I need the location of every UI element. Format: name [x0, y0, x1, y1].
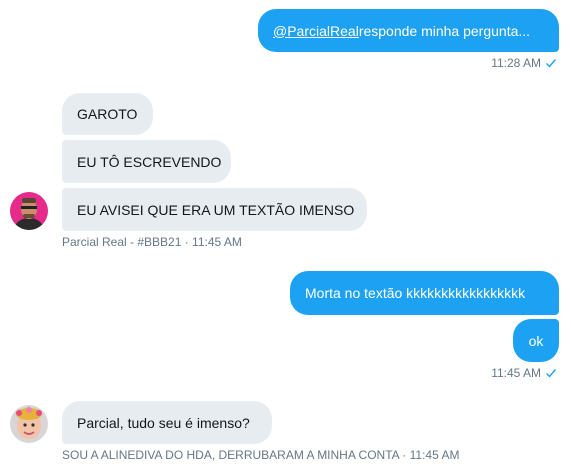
user-avatar[interactable]	[10, 192, 48, 230]
avatar-image	[10, 192, 48, 230]
sender-info: SOU A ALINEDIVA DO HDA, DERRUBARAM A MIN…	[62, 448, 459, 462]
sender-info: Parcial Real - #BBB21 · 11:45 AM	[62, 235, 242, 249]
check-icon	[546, 369, 557, 378]
sender-name-time: Parcial Real - #BBB21 · 11:45 AM	[62, 235, 242, 249]
message-text: GAROTO	[77, 106, 138, 122]
outgoing-message-bubble[interactable]: ok	[513, 319, 559, 362]
message-text: EU AVISEI QUE ERA UM TEXTÃO IMENSO	[77, 201, 355, 218]
timestamp-text: 11:45 AM	[491, 366, 541, 380]
message-text: responde minha pergunta...	[358, 22, 531, 39]
outgoing-message-bubble[interactable]: @ParcialReal responde minha pergunta...	[258, 9, 559, 52]
avatar-image	[10, 405, 48, 443]
message-timestamp: 11:45 AM	[491, 366, 557, 380]
message-timestamp: 11:28 AM	[491, 56, 557, 70]
timestamp-text: 11:28 AM	[491, 56, 541, 70]
check-icon	[546, 59, 557, 68]
message-text: Parcial, tudo seu é imenso?	[77, 414, 250, 431]
mention-link[interactable]: @ParcialReal	[273, 22, 359, 40]
incoming-message-bubble[interactable]: Parcial, tudo seu é imenso?	[62, 401, 272, 444]
user-avatar[interactable]	[10, 405, 48, 443]
message-text: EU TÔ ESCREVENDO	[77, 153, 222, 170]
message-text: Morta no textão kkkkkkkkkkkkkkkkk	[305, 285, 526, 301]
incoming-message-bubble[interactable]: EU AVISEI QUE ERA UM TEXTÃO IMENSO	[62, 188, 367, 231]
message-text: ok	[528, 332, 544, 349]
incoming-message-bubble[interactable]: EU TÔ ESCREVENDO	[62, 140, 231, 183]
incoming-message-bubble[interactable]: GAROTO	[62, 93, 153, 135]
outgoing-message-bubble[interactable]: Morta no textão kkkkkkkkkkkkkkkkk	[290, 271, 559, 315]
sender-name-time: SOU A ALINEDIVA DO HDA, DERRUBARAM A MIN…	[62, 448, 460, 462]
